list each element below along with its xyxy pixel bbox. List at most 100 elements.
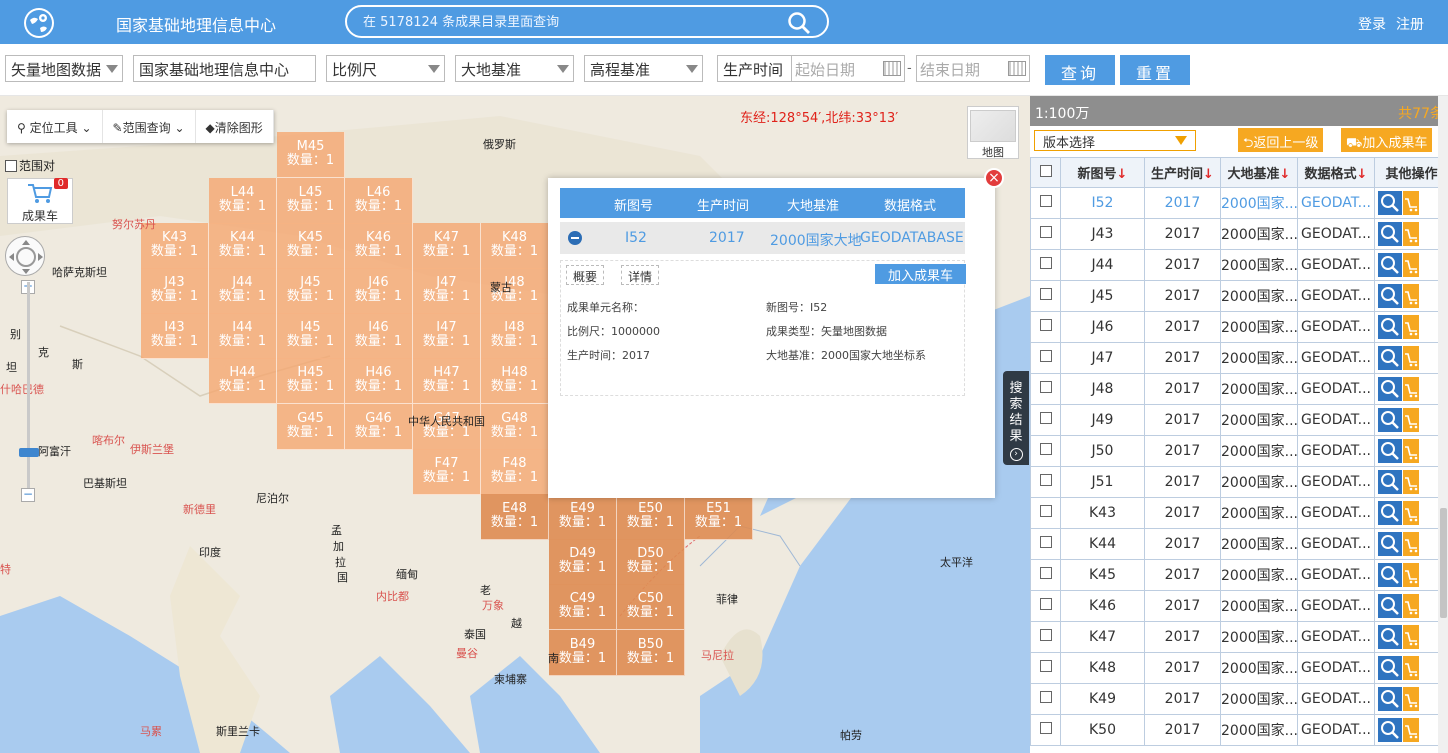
search-results-tab[interactable]: 搜索结果 › (1003, 371, 1029, 465)
zoom-slider-knob[interactable] (19, 448, 39, 457)
row-checkbox[interactable] (1030, 559, 1061, 591)
map-tile[interactable]: G48 数量：1 (481, 404, 549, 450)
row-checkbox[interactable] (1030, 373, 1061, 405)
row-sheet[interactable]: J50 (1060, 435, 1145, 467)
cart-icon[interactable] (1403, 687, 1419, 711)
table-row[interactable]: J49 2017 2000国家... GEODAT... (1030, 404, 1448, 436)
column-sheet[interactable]: 新图号↓ (1060, 157, 1145, 188)
row-sheet[interactable]: J44 (1060, 249, 1145, 281)
magnifier-icon[interactable] (1378, 563, 1402, 587)
row-sheet[interactable]: J43 (1060, 218, 1145, 250)
table-row[interactable]: K45 2017 2000国家... GEODAT... (1030, 559, 1448, 591)
row-sheet[interactable]: J47 (1060, 342, 1145, 374)
range-checkbox[interactable]: 范围对 (5, 157, 55, 174)
map-tile[interactable]: H45 数量：1 (277, 358, 345, 404)
map-tile[interactable]: G45 数量：1 (277, 404, 345, 450)
magnifier-icon[interactable] (1378, 191, 1402, 215)
table-row[interactable]: J43 2017 2000国家... GEODAT... (1030, 218, 1448, 250)
row-sheet[interactable]: K43 (1060, 497, 1145, 529)
map-tile[interactable]: H48 数量：1 (481, 358, 549, 404)
row-sheet[interactable]: K44 (1060, 528, 1145, 560)
row-sheet[interactable]: K46 (1060, 590, 1145, 622)
results-scrollbar-thumb[interactable] (1440, 508, 1447, 618)
popup-row[interactable]: I52 2017 2000国家大地 GEODATABASE (560, 222, 965, 254)
row-checkbox[interactable] (1030, 280, 1061, 312)
magnifier-icon[interactable] (1378, 408, 1402, 432)
cart-icon[interactable] (1403, 563, 1419, 587)
map-tile[interactable]: E48 数量：1 (481, 494, 549, 540)
map-tile[interactable]: J44 数量：1 (209, 268, 277, 314)
map-tile[interactable]: I48 数量：1 (481, 313, 549, 359)
cart-icon[interactable] (1403, 253, 1419, 277)
map-tile[interactable]: L45 数量：1 (277, 178, 345, 224)
end-date-input[interactable]: 结束日期 (916, 55, 1030, 82)
map-tile[interactable]: I43 数量：1 (141, 313, 209, 359)
cart-icon[interactable] (1403, 532, 1419, 556)
results-scrollbar[interactable] (1438, 96, 1448, 753)
row-sheet[interactable]: J48 (1060, 373, 1145, 405)
version-select[interactable]: 版本选择 (1034, 130, 1196, 151)
map-view[interactable]: M45 数量：1 L44 数量：1 L45 数量：1 L46 数量：1 K43 数量：1 K44 数量… (0, 96, 1030, 753)
magnifier-icon[interactable] (1378, 222, 1402, 246)
magnifier-icon[interactable] (1378, 501, 1402, 525)
magnifier-icon[interactable] (1378, 284, 1402, 308)
row-sheet[interactable]: J51 (1060, 466, 1145, 498)
magnifier-icon[interactable] (1378, 532, 1402, 556)
search-button[interactable]: 查询 (1045, 55, 1115, 85)
calendar-icon[interactable] (1008, 61, 1026, 76)
map-tile[interactable]: K45 数量：1 (277, 223, 345, 269)
map-tile[interactable]: D50 数量：1 (617, 539, 685, 585)
data-type-select[interactable]: 矢量地图数据 (5, 55, 123, 82)
table-row[interactable]: I52 2017 2000国家... GEODAT... (1030, 187, 1448, 219)
map-tile[interactable]: J43 数量：1 (141, 268, 209, 314)
row-checkbox[interactable] (1030, 404, 1061, 436)
cart-icon[interactable] (1403, 718, 1419, 742)
elevation-datum-select[interactable]: 高程基准 (584, 55, 703, 82)
row-sheet[interactable]: I52 (1060, 187, 1145, 219)
cart-icon[interactable] (1403, 656, 1419, 680)
table-row[interactable]: J50 2017 2000国家... GEODAT... (1030, 435, 1448, 467)
row-checkbox[interactable] (1030, 249, 1061, 281)
row-checkbox[interactable] (1030, 590, 1061, 622)
geodetic-datum-select[interactable]: 大地基准 (455, 55, 574, 82)
row-sheet[interactable]: J45 (1060, 280, 1145, 312)
table-row[interactable]: J48 2017 2000国家... GEODAT... (1030, 373, 1448, 405)
row-sheet[interactable]: K49 (1060, 683, 1145, 715)
back-button[interactable]: ⮌返回上一级 (1238, 128, 1324, 152)
cart-icon[interactable] (1403, 377, 1419, 401)
cart-icon[interactable] (1403, 439, 1419, 463)
map-tile[interactable]: H46 数量：1 (345, 358, 413, 404)
range-query-button[interactable]: ✎范围查询 ⌄ (103, 110, 196, 143)
table-row[interactable]: K48 2017 2000国家... GEODAT... (1030, 652, 1448, 684)
row-checkbox[interactable] (1030, 621, 1061, 653)
map-tile[interactable]: D49 数量：1 (549, 539, 617, 585)
map-tile[interactable]: I47 数量：1 (413, 313, 481, 359)
producer-select[interactable]: 国家基础地理信息中心 (133, 55, 316, 82)
row-checkbox[interactable] (1030, 311, 1061, 343)
map-tile[interactable]: H47 数量：1 (413, 358, 481, 404)
calendar-icon[interactable] (883, 61, 901, 76)
add-to-cart-button[interactable]: ⛟加入成果车 (1341, 128, 1433, 152)
magnifier-icon[interactable] (1378, 439, 1402, 463)
map-tile[interactable]: H44 数量：1 (209, 358, 277, 404)
map-tile[interactable]: L44 数量：1 (209, 178, 277, 224)
search-icon[interactable] (787, 11, 811, 39)
row-checkbox[interactable] (1030, 528, 1061, 560)
locate-tool-button[interactable]: ⚲ 定位工具 ⌄ (7, 110, 103, 143)
cart-icon[interactable] (1403, 501, 1419, 525)
table-row[interactable]: K43 2017 2000国家... GEODAT... (1030, 497, 1448, 529)
row-checkbox[interactable] (1030, 342, 1061, 374)
result-cart-button[interactable]: 0 成果车 (7, 178, 73, 224)
map-tile[interactable]: G46 数量：1 (345, 404, 413, 450)
map-tile[interactable]: E51 数量：1 (685, 494, 753, 540)
cart-icon[interactable] (1403, 191, 1419, 215)
magnifier-icon[interactable] (1378, 718, 1402, 742)
register-link[interactable]: 注册 (1396, 14, 1424, 34)
cart-icon[interactable] (1403, 315, 1419, 339)
magnifier-icon[interactable] (1378, 625, 1402, 649)
map-tile[interactable]: B49 数量：1 (549, 630, 617, 676)
map-tile[interactable]: F47 数量：1 (413, 449, 481, 495)
cart-icon[interactable] (1403, 594, 1419, 618)
row-checkbox[interactable] (1030, 497, 1061, 529)
row-sheet[interactable]: K48 (1060, 652, 1145, 684)
